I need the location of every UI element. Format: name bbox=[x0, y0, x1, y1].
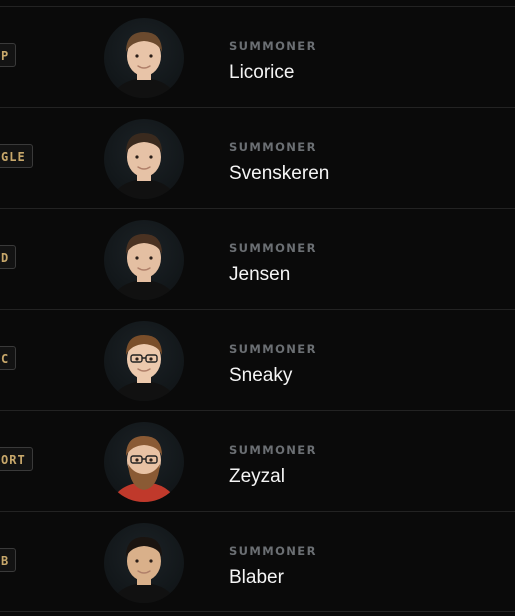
summoner-label: SUMMONER bbox=[229, 544, 317, 558]
summoner-name[interactable]: Licorice bbox=[229, 62, 294, 84]
role-badge[interactable]: C bbox=[0, 346, 17, 370]
summoner-name[interactable]: Blaber bbox=[229, 567, 284, 589]
player-portrait bbox=[112, 335, 176, 401]
player-portrait bbox=[112, 234, 176, 300]
roster-row-blaber[interactable]: B SUMMONER Blaber bbox=[0, 511, 515, 612]
roster-row-zeyzal[interactable]: ORT SUMMONER Zeyzal bbox=[0, 410, 515, 511]
summoner-label: SUMMONER bbox=[229, 443, 317, 457]
summoner-name[interactable]: Sneaky bbox=[229, 365, 292, 387]
role-badge[interactable]: D bbox=[0, 245, 17, 269]
player-avatar[interactable] bbox=[104, 220, 184, 300]
player-avatar[interactable] bbox=[104, 523, 184, 603]
roster-row-svenskeren[interactable]: GLE SUMMONER Svenskeren bbox=[0, 107, 515, 208]
player-portrait bbox=[112, 436, 176, 502]
summoner-label: SUMMONER bbox=[229, 342, 317, 356]
player-portrait bbox=[112, 133, 176, 199]
roster-row-licorice[interactable]: P SUMMONER Licorice bbox=[0, 6, 515, 107]
role-badge[interactable]: P bbox=[0, 43, 17, 67]
player-avatar[interactable] bbox=[104, 422, 184, 502]
player-portrait bbox=[112, 32, 176, 98]
roster-list: P SUMMONER Licorice GLE SUMMONER Svenske… bbox=[0, 6, 515, 612]
player-avatar[interactable] bbox=[104, 119, 184, 199]
role-badge[interactable]: B bbox=[0, 548, 17, 572]
roster-row-sneaky[interactable]: C SUMMONER Sneaky bbox=[0, 309, 515, 410]
summoner-label: SUMMONER bbox=[229, 140, 317, 154]
player-avatar[interactable] bbox=[104, 321, 184, 401]
roster-row-jensen[interactable]: D SUMMONER Jensen bbox=[0, 208, 515, 309]
player-avatar[interactable] bbox=[104, 18, 184, 98]
summoner-label: SUMMONER bbox=[229, 39, 317, 53]
summoner-label: SUMMONER bbox=[229, 241, 317, 255]
summoner-name[interactable]: Svenskeren bbox=[229, 163, 329, 185]
role-badge[interactable]: ORT bbox=[0, 447, 33, 471]
summoner-name[interactable]: Jensen bbox=[229, 264, 290, 286]
player-portrait bbox=[112, 537, 176, 603]
role-badge[interactable]: GLE bbox=[0, 144, 33, 168]
summoner-name[interactable]: Zeyzal bbox=[229, 466, 285, 488]
